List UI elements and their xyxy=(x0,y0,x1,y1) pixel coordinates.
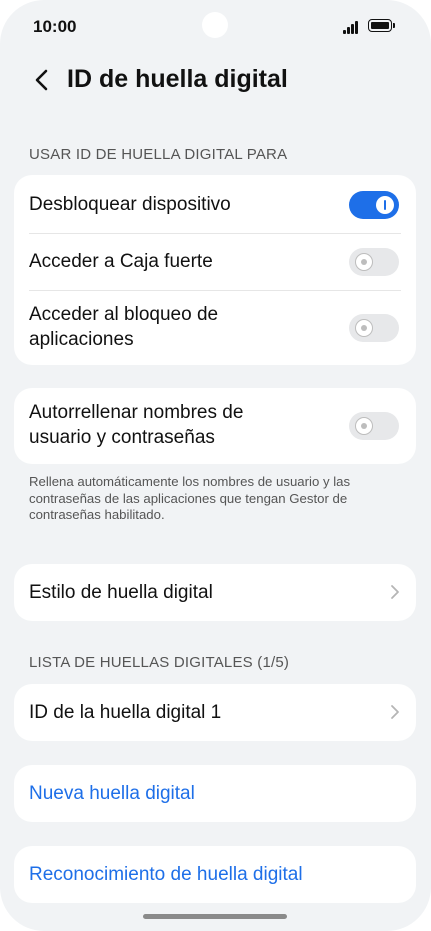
fingerprint-list-card: ID de la huella digital 1 xyxy=(14,684,416,741)
row-label: ID de la huella digital 1 xyxy=(29,702,222,723)
chevron-left-icon xyxy=(35,69,48,91)
row-access-safe[interactable]: Acceder a Caja fuerte xyxy=(14,233,416,290)
battery-icon xyxy=(368,19,392,32)
row-label: Estilo de huella digital xyxy=(29,582,213,603)
autofill-toggle[interactable] xyxy=(349,412,399,440)
new-fingerprint-label: Nueva huella digital xyxy=(29,783,195,804)
chevron-right-icon xyxy=(391,705,399,719)
row-fingerprint-1[interactable]: ID de la huella digital 1 xyxy=(14,684,416,741)
camera-cutout xyxy=(202,12,228,38)
back-button[interactable] xyxy=(32,68,52,92)
fingerprint-list-label: LISTA DE HUELLAS DIGITALES (1/5) xyxy=(29,654,290,671)
phone-screen: 10:00 ID de huella digital USAR ID DE HU… xyxy=(0,0,431,931)
fingerprint-recognition-button[interactable]: Reconocimiento de huella digital xyxy=(14,846,416,903)
status-bar: 10:00 xyxy=(0,0,431,56)
recognition-card: Reconocimiento de huella digital xyxy=(14,846,416,903)
unlock-device-toggle[interactable] xyxy=(349,191,399,219)
row-app-lock[interactable]: Acceder al bloqueo de aplicaciones xyxy=(14,290,416,365)
battery-tip xyxy=(393,23,395,28)
row-label: Desbloquear dispositivo xyxy=(29,194,231,215)
row-label-line1: Autorrellenar nombres de xyxy=(29,402,244,423)
home-indicator[interactable] xyxy=(143,914,287,919)
usage-card: Desbloquear dispositivo Acceder a Caja f… xyxy=(14,175,416,365)
row-label-line2: usuario y contraseñas xyxy=(29,427,215,448)
page-header: ID de huella digital xyxy=(0,56,431,106)
status-time: 10:00 xyxy=(33,17,77,36)
page-title: ID de huella digital xyxy=(67,65,288,93)
style-card: Estilo de huella digital xyxy=(14,564,416,621)
app-lock-toggle[interactable] xyxy=(349,314,399,342)
signal-icon xyxy=(343,20,363,34)
access-safe-toggle[interactable] xyxy=(349,248,399,276)
row-label-line1: Acceder al bloqueo de xyxy=(29,304,219,325)
row-autofill[interactable]: Autorrellenar nombres de usuario y contr… xyxy=(14,388,416,464)
row-label: Acceder a Caja fuerte xyxy=(29,251,213,272)
new-fingerprint-button[interactable]: Nueva huella digital xyxy=(14,765,416,822)
row-fingerprint-style[interactable]: Estilo de huella digital xyxy=(14,564,416,621)
chevron-right-icon xyxy=(391,585,399,599)
new-fingerprint-card: Nueva huella digital xyxy=(14,765,416,822)
row-unlock-device[interactable]: Desbloquear dispositivo xyxy=(14,175,416,233)
usage-section-label: USAR ID DE HUELLA DIGITAL PARA xyxy=(29,146,288,163)
recognition-label: Reconocimiento de huella digital xyxy=(29,864,303,885)
autofill-card: Autorrellenar nombres de usuario y contr… xyxy=(14,388,416,464)
row-label-line2: aplicaciones xyxy=(29,329,134,350)
autofill-helper-text: Rellena automáticamente los nombres de u… xyxy=(29,474,351,522)
